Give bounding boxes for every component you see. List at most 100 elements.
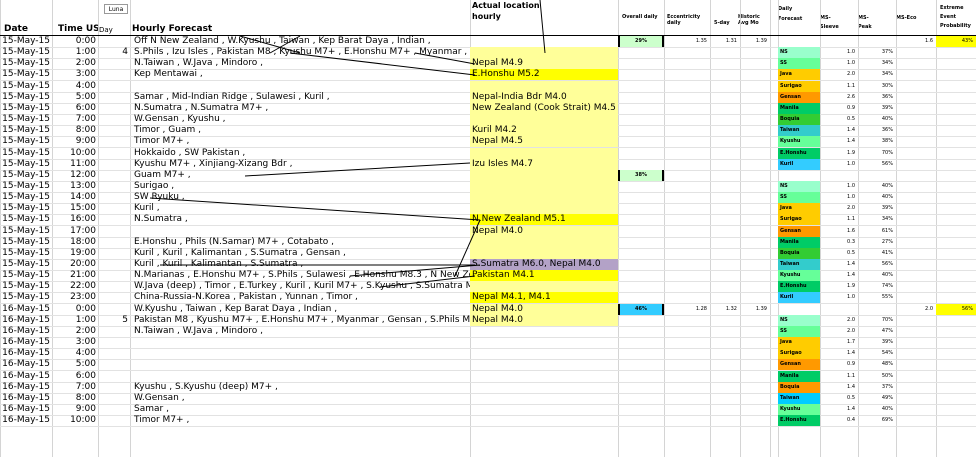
- actual-cell[interactable]: Nepal M4.0: [470, 304, 618, 315]
- ms-eco-cell[interactable]: [896, 92, 936, 103]
- five-day-cell[interactable]: [710, 359, 740, 370]
- extreme-cell[interactable]: [936, 404, 976, 415]
- time-cell[interactable]: 6:00: [52, 103, 98, 114]
- date-cell[interactable]: 16-May-15: [0, 404, 52, 415]
- ms-peak-cell[interactable]: 69%: [858, 415, 896, 426]
- daily-forecast-cell[interactable]: Kyushu: [778, 136, 820, 147]
- five-day-cell[interactable]: [710, 393, 740, 404]
- daily-forecast-cell[interactable]: Taiwan: [778, 259, 820, 270]
- extreme-cell[interactable]: [936, 192, 976, 203]
- actual-cell[interactable]: [470, 181, 618, 192]
- ms-sleeve-cell[interactable]: [820, 36, 858, 47]
- ms-peak-cell[interactable]: 47%: [858, 326, 896, 337]
- historic-cell[interactable]: [740, 203, 770, 214]
- day-cell[interactable]: [98, 148, 130, 159]
- date-cell[interactable]: 15-May-15: [0, 92, 52, 103]
- actual-cell[interactable]: Izu Isles M4.7: [470, 159, 618, 170]
- ms-sleeve-cell[interactable]: 0.9: [820, 103, 858, 114]
- ms-eco-cell[interactable]: [896, 348, 936, 359]
- eccentricity-cell[interactable]: [664, 382, 710, 393]
- historic-cell[interactable]: [740, 136, 770, 147]
- time-cell[interactable]: 19:00: [52, 248, 98, 259]
- extreme-cell[interactable]: [936, 92, 976, 103]
- date-cell[interactable]: 16-May-15: [0, 382, 52, 393]
- eccentricity-cell[interactable]: [664, 226, 710, 237]
- date-cell[interactable]: 15-May-15: [0, 103, 52, 114]
- forecast-cell[interactable]: W.Kyushu , Taiwan , Kep Barat Daya , Ind…: [132, 304, 470, 315]
- overall-cell[interactable]: [618, 92, 664, 103]
- time-cell[interactable]: 13:00: [52, 181, 98, 192]
- eccentricity-cell[interactable]: [664, 47, 710, 58]
- ms-eco-cell[interactable]: [896, 281, 936, 292]
- eccentricity-cell[interactable]: [664, 58, 710, 69]
- eccentricity-cell[interactable]: [664, 248, 710, 259]
- time-cell[interactable]: 21:00: [52, 270, 98, 281]
- historic-cell[interactable]: [740, 237, 770, 248]
- ms-sleeve-cell[interactable]: [820, 170, 858, 181]
- date-cell[interactable]: 15-May-15: [0, 81, 52, 92]
- daily-forecast-cell[interactable]: Gensan: [778, 226, 820, 237]
- overall-cell[interactable]: [618, 214, 664, 225]
- ms-peak-cell[interactable]: 40%: [858, 192, 896, 203]
- ms-eco-cell[interactable]: [896, 248, 936, 259]
- ms-peak-cell[interactable]: [858, 170, 896, 181]
- ms-eco-cell[interactable]: [896, 81, 936, 92]
- extreme-cell[interactable]: [936, 81, 976, 92]
- overall-cell[interactable]: [618, 103, 664, 114]
- ms-peak-cell[interactable]: 61%: [858, 226, 896, 237]
- forecast-cell[interactable]: Samar , Mid-Indian Ridge , Sulawesi , Ku…: [132, 92, 470, 103]
- extreme-cell[interactable]: [936, 47, 976, 58]
- day-cell[interactable]: [98, 281, 130, 292]
- daily-forecast-cell[interactable]: SS: [778, 58, 820, 69]
- date-cell[interactable]: 16-May-15: [0, 315, 52, 326]
- ms-sleeve-cell[interactable]: 1.4: [820, 136, 858, 147]
- daily-forecast-cell[interactable]: Surigao: [778, 81, 820, 92]
- five-day-cell[interactable]: [710, 248, 740, 259]
- date-cell[interactable]: 15-May-15: [0, 214, 52, 225]
- extreme-cell[interactable]: [936, 181, 976, 192]
- time-cell[interactable]: 22:00: [52, 281, 98, 292]
- day-cell[interactable]: [98, 114, 130, 125]
- time-cell[interactable]: 1:00: [52, 315, 98, 326]
- day-cell[interactable]: [98, 337, 130, 348]
- header-day[interactable]: Day: [99, 26, 113, 34]
- ms-eco-cell[interactable]: [896, 114, 936, 125]
- time-cell[interactable]: 7:00: [52, 382, 98, 393]
- five-day-cell[interactable]: [710, 326, 740, 337]
- extreme-cell[interactable]: [936, 337, 976, 348]
- ms-peak-cell[interactable]: 34%: [858, 69, 896, 80]
- ms-eco-cell[interactable]: [896, 136, 936, 147]
- overall-cell[interactable]: [618, 315, 664, 326]
- actual-cell[interactable]: Nepal M4.0: [470, 226, 618, 237]
- time-cell[interactable]: 23:00: [52, 292, 98, 303]
- overall-cell[interactable]: [618, 114, 664, 125]
- date-cell[interactable]: 15-May-15: [0, 226, 52, 237]
- overall-cell[interactable]: 46%: [618, 304, 664, 315]
- historic-cell[interactable]: [740, 359, 770, 370]
- day-cell[interactable]: [98, 237, 130, 248]
- eccentricity-cell[interactable]: [664, 159, 710, 170]
- daily-forecast-cell[interactable]: Surigao: [778, 348, 820, 359]
- five-day-cell[interactable]: [710, 47, 740, 58]
- actual-cell[interactable]: [470, 114, 618, 125]
- day-cell[interactable]: [98, 103, 130, 114]
- extreme-cell[interactable]: [936, 237, 976, 248]
- day-cell[interactable]: [98, 270, 130, 281]
- date-cell[interactable]: 15-May-15: [0, 125, 52, 136]
- extreme-cell[interactable]: [936, 170, 976, 181]
- date-cell[interactable]: 15-May-15: [0, 259, 52, 270]
- extreme-cell[interactable]: [936, 203, 976, 214]
- time-cell[interactable]: 17:00: [52, 226, 98, 237]
- five-day-cell[interactable]: [710, 382, 740, 393]
- historic-cell[interactable]: 1.39: [740, 36, 770, 47]
- date-cell[interactable]: 15-May-15: [0, 203, 52, 214]
- ms-sleeve-cell[interactable]: 1.4: [820, 382, 858, 393]
- historic-cell[interactable]: [740, 292, 770, 303]
- ms-eco-cell[interactable]: 2.0: [896, 304, 936, 315]
- forecast-cell[interactable]: Surigao ,: [132, 181, 470, 192]
- ms-peak-cell[interactable]: 50%: [858, 371, 896, 382]
- time-cell[interactable]: 5:00: [52, 92, 98, 103]
- historic-cell[interactable]: [740, 170, 770, 181]
- five-day-cell[interactable]: [710, 92, 740, 103]
- five-day-cell[interactable]: [710, 125, 740, 136]
